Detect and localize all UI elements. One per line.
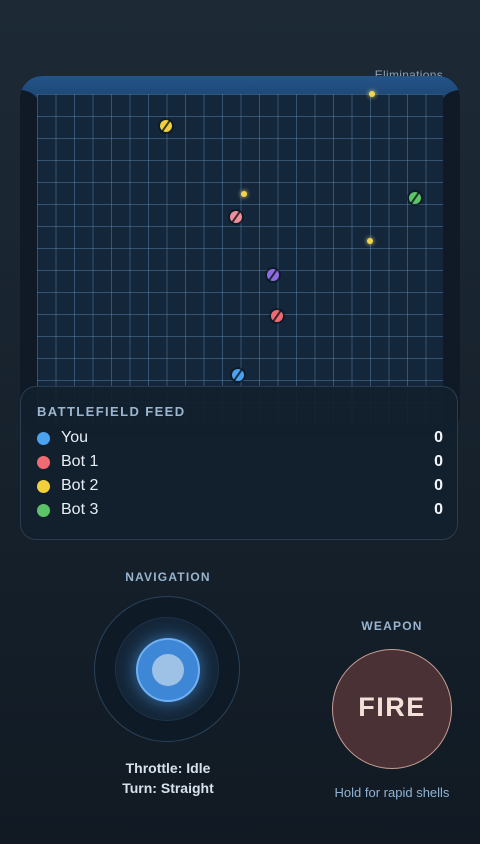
player-color-dot [37, 432, 50, 445]
tank-bot-3 [409, 192, 421, 204]
player-name: Bot 1 [61, 453, 99, 470]
player-name: Bot 3 [61, 501, 99, 518]
player-name: Bot 2 [61, 477, 99, 494]
joystick-knob[interactable] [136, 638, 200, 702]
ammo-pickup [367, 238, 373, 244]
tank-you [232, 369, 244, 381]
tank-purple [267, 269, 279, 281]
feed-title: BATTLEFIELD FEED [37, 404, 186, 419]
player-score: 0 [434, 501, 443, 518]
weapon-hint: Hold for rapid shells [334, 785, 450, 800]
feed-row-bot-3: Bot 3 0 [37, 500, 443, 520]
navigation-joystick[interactable] [94, 596, 240, 742]
turn-status: Turn: Straight [122, 780, 214, 796]
player-name: You [61, 429, 88, 446]
player-color-dot [37, 456, 50, 469]
tank-pink [230, 211, 242, 223]
feed-row-bot-2: Bot 2 0 [37, 476, 443, 496]
tank-bot-1 [271, 310, 283, 322]
player-score: 0 [434, 429, 443, 446]
weapon-title: WEAPON [361, 619, 423, 633]
player-color-dot [37, 480, 50, 493]
player-color-dot [37, 504, 50, 517]
throttle-status: Throttle: Idle [125, 760, 211, 776]
fire-button-label: FIRE [358, 692, 426, 722]
tank-bot-2 [160, 120, 172, 132]
player-score: 0 [434, 477, 443, 494]
ammo-pickup [369, 91, 375, 97]
feed-row-you: You 0 [37, 428, 443, 448]
ammo-pickup [241, 191, 247, 197]
navigation-title: NAVIGATION [125, 570, 211, 584]
player-score: 0 [434, 453, 443, 470]
battlefield-feed-panel: BATTLEFIELD FEED You 0 Bot 1 0 Bot 2 0 B… [20, 386, 458, 540]
fire-button[interactable]: FIRE [332, 649, 452, 769]
feed-row-bot-1: Bot 1 0 [37, 452, 443, 472]
joystick-knob-center [152, 654, 184, 686]
